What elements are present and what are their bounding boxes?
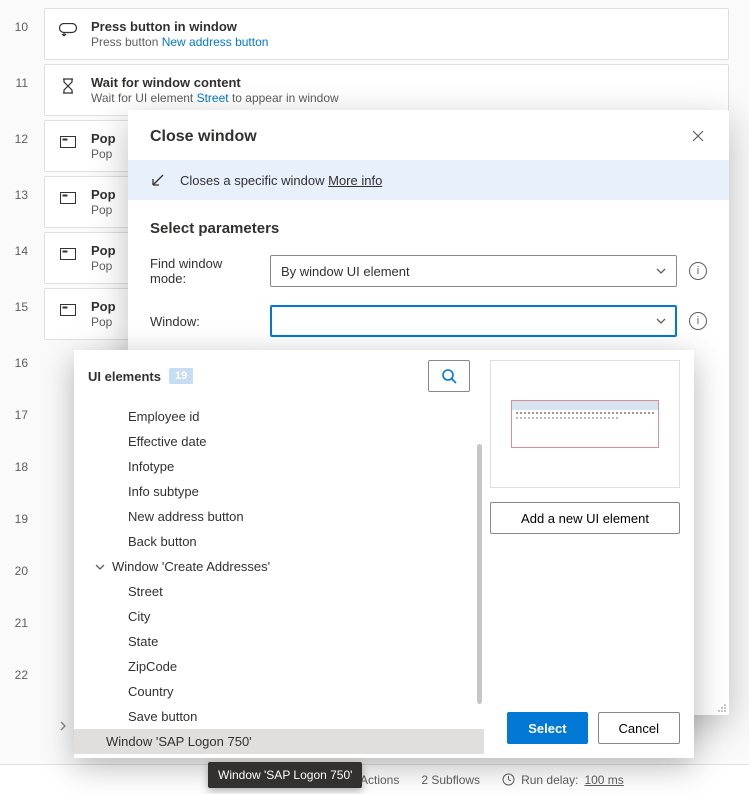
tree-item[interactable]: Country <box>74 679 484 704</box>
ui-elements-tree: Employee id Effective date Infotype Info… <box>74 404 484 758</box>
step-card[interactable]: Press button in window Press button New … <box>44 8 729 60</box>
step-number: 18 <box>0 448 28 474</box>
ui-elements-count-badge: 19 <box>169 368 193 384</box>
step-number: 16 <box>0 344 28 370</box>
chevron-down-icon <box>656 268 666 274</box>
step-row[interactable]: 11 Wait for window content Wait for UI e… <box>0 64 749 116</box>
tree-item[interactable]: Infotype <box>74 454 484 479</box>
step-number: 20 <box>0 552 28 578</box>
tree-item[interactable]: State <box>74 629 484 654</box>
field-label: Window: <box>150 314 258 329</box>
status-subflows[interactable]: 2 Subflows <box>421 773 480 787</box>
add-ui-element-button[interactable]: Add a new UI element <box>490 502 680 534</box>
step-number: 13 <box>0 176 28 202</box>
search-icon <box>441 368 457 384</box>
tree-item[interactable]: Save button <box>74 704 484 729</box>
step-number: 22 <box>0 656 28 682</box>
chevron-down-icon <box>656 318 666 324</box>
tree-item[interactable]: Info subtype <box>74 479 484 504</box>
populate-icon <box>59 245 77 263</box>
info-banner: Closes a specific window More info <box>128 160 729 200</box>
ui-elements-heading: UI elements 19 <box>88 368 193 384</box>
chevron-down-icon <box>94 564 106 570</box>
step-title: Press button in window <box>91 19 714 34</box>
tree-item[interactable]: Effective date <box>74 429 484 454</box>
populate-icon <box>59 189 77 207</box>
arrow-down-left-icon <box>150 172 166 188</box>
status-actions[interactable]: Actions <box>360 773 399 787</box>
banner-text: Closes a specific window More info <box>180 173 382 188</box>
run-delay-label: Run delay: <box>521 773 578 787</box>
run-delay-value[interactable]: 100 ms <box>584 773 623 787</box>
info-icon[interactable]: i <box>689 312 707 330</box>
step-number: 19 <box>0 500 28 526</box>
scrollbar[interactable] <box>477 444 482 704</box>
status-bar: Actions 2 Subflows Run delay: 100 ms <box>0 764 749 794</box>
tree-item[interactable]: New address button <box>74 504 484 529</box>
step-number: 14 <box>0 232 28 258</box>
tree-item[interactable]: Street <box>74 579 484 604</box>
close-icon[interactable] <box>691 129 707 145</box>
tooltip: Window 'SAP Logon 750' <box>208 762 362 788</box>
tree-item[interactable]: City <box>74 604 484 629</box>
press-button-icon <box>59 21 77 39</box>
more-info-link[interactable]: More info <box>328 173 382 188</box>
ui-element-link[interactable]: New address button <box>162 35 269 49</box>
step-number: 21 <box>0 604 28 630</box>
chevron-right-icon <box>58 721 68 731</box>
tree-group[interactable]: Window 'Create Addresses' <box>74 554 484 579</box>
cancel-button[interactable]: Cancel <box>598 712 680 744</box>
tree-item-selected[interactable]: Window 'SAP Logon 750' <box>74 729 484 754</box>
step-number: 12 <box>0 120 28 146</box>
info-icon[interactable]: i <box>689 262 707 280</box>
preview-thumbnail <box>511 400 659 448</box>
params-heading: Select parameters <box>150 220 707 237</box>
ui-element-link[interactable]: Street <box>197 91 229 105</box>
populate-icon <box>59 133 77 151</box>
tree-item[interactable]: Employee id <box>74 404 484 429</box>
preview-box <box>490 360 680 488</box>
hourglass-icon <box>59 77 77 95</box>
select-button[interactable]: Select <box>507 712 587 744</box>
window-dropdown[interactable] <box>270 305 677 337</box>
step-number: 15 <box>0 288 28 314</box>
step-row[interactable]: 10 Press button in window Press button N… <box>0 8 749 60</box>
step-number: 11 <box>0 64 28 90</box>
field-label: Find window mode: <box>150 256 258 286</box>
step-number: 10 <box>0 8 28 34</box>
find-window-mode-field: Find window mode: By window UI element i <box>150 255 707 287</box>
clock-icon <box>502 773 515 786</box>
search-button[interactable] <box>428 360 470 392</box>
dialog-title: Close window <box>150 128 257 146</box>
find-window-mode-dropdown[interactable]: By window UI element <box>270 255 677 287</box>
ui-elements-popup: UI elements 19 Employee id Effective dat… <box>74 350 694 758</box>
step-title: Wait for window content <box>91 75 714 90</box>
tree-item[interactable]: ZipCode <box>74 654 484 679</box>
window-field: Window: i <box>150 305 707 337</box>
step-card[interactable]: Wait for window content Wait for UI elem… <box>44 64 729 116</box>
step-desc: Press button New address button <box>91 35 714 49</box>
step-desc: Wait for UI element Street to appear in … <box>91 91 714 105</box>
step-number: 17 <box>0 396 28 422</box>
tree-item[interactable]: Back button <box>74 529 484 554</box>
resize-grip-icon[interactable] <box>717 703 727 713</box>
populate-icon <box>59 301 77 319</box>
